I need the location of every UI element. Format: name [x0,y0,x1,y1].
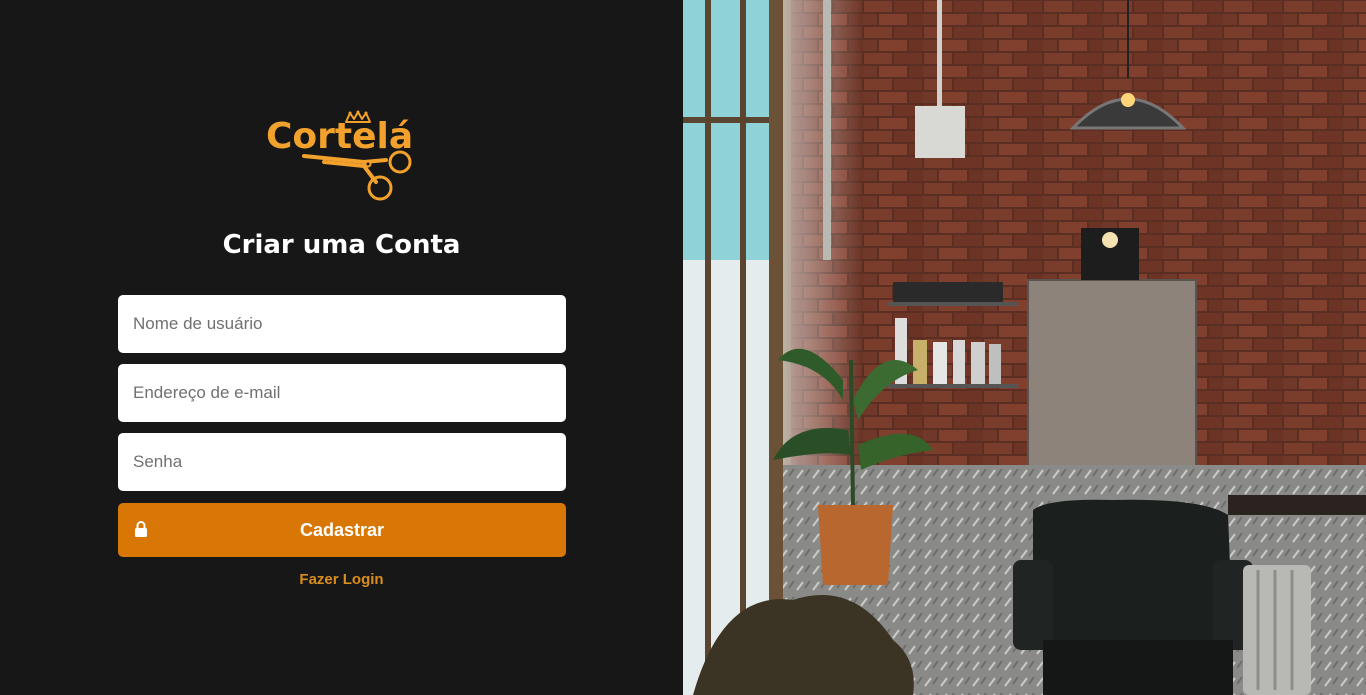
scissors-icon [302,150,412,201]
email-field[interactable] [118,364,566,422]
register-button[interactable]: Cadastrar [118,503,566,557]
password-field[interactable] [118,433,566,491]
page-title: Criar uma Conta [222,230,461,260]
barbershop-photo [683,0,1366,695]
login-link[interactable]: Fazer Login [0,571,683,588]
brand-logo: Cortelá [264,110,420,204]
register-button-label: Cadastrar [299,520,385,540]
barbershop-image [683,0,1366,695]
signup-panel: Cortelá Criar uma Conta Cadastrar Fazer … [0,0,683,695]
username-field[interactable] [118,295,566,353]
